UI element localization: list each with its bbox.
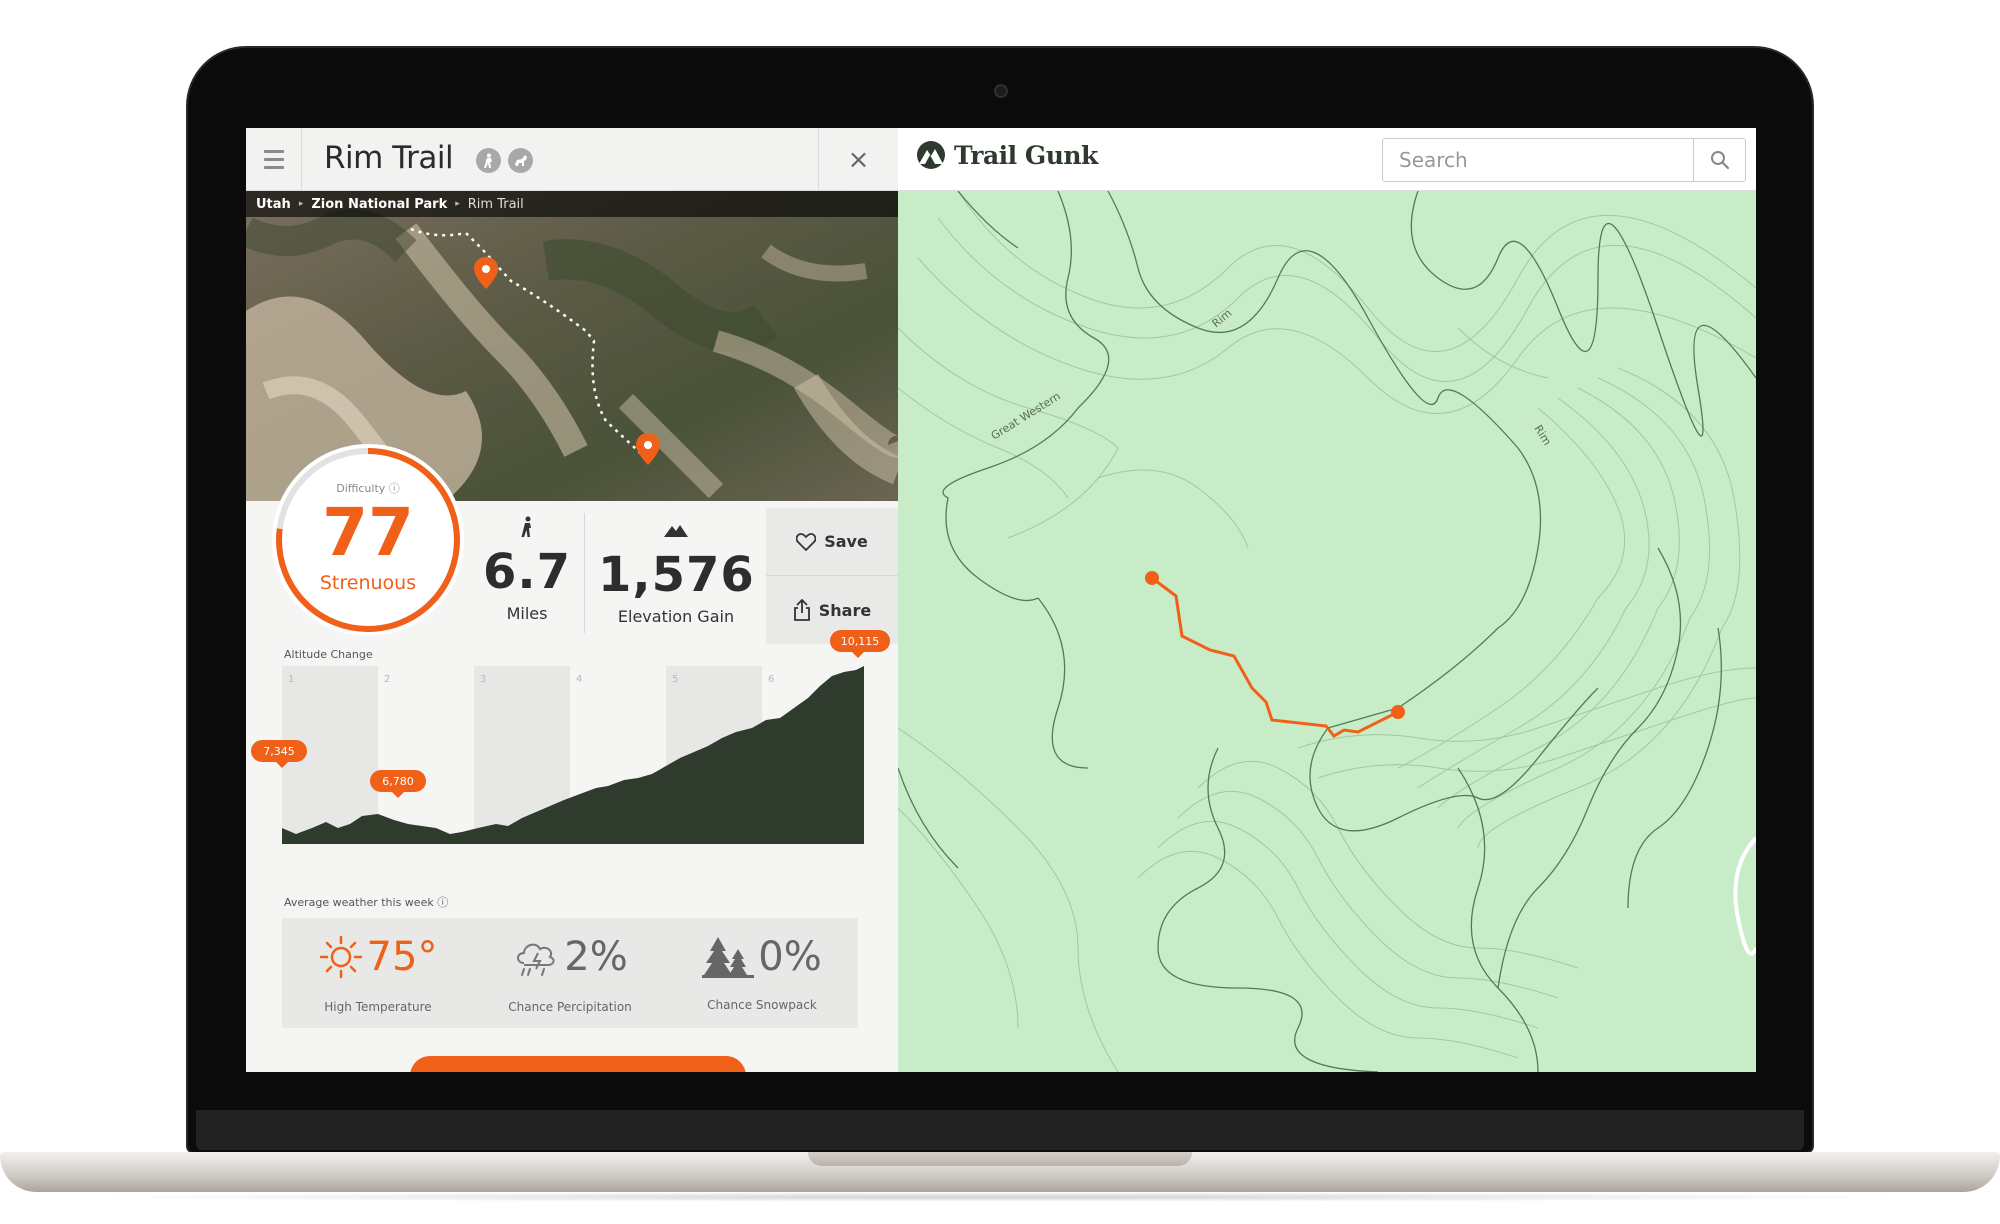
close-button[interactable]: × <box>818 128 898 191</box>
search-box <box>1382 138 1746 182</box>
hiker-icon <box>521 516 531 537</box>
screen: Rim Trail × Utah ▸ Zion National Park ▸ … <box>246 128 1756 1072</box>
search-icon <box>1710 151 1729 170</box>
temperature-card: 75° High Temperature <box>282 918 474 1028</box>
snowpack-card: 0% Chance Snowpack <box>666 918 858 1028</box>
difficulty-gauge: Difficulty ⓘ 77 Strenuous <box>272 444 464 636</box>
svg-text:6,780: 6,780 <box>382 775 414 788</box>
horse-icon[interactable] <box>508 148 533 173</box>
svg-text:10,115: 10,115 <box>841 635 880 648</box>
difficulty-score: 77 <box>322 494 414 571</box>
laptop-bezel <box>196 1110 1804 1150</box>
temperature-label: High Temperature <box>324 1000 432 1014</box>
difficulty-level: Strenuous <box>319 572 417 594</box>
altitude-chart: 1 2 3 4 5 6 7,345 6,780 10,115 <box>251 630 890 844</box>
elevation-label: Elevation Gain <box>617 607 735 626</box>
weather-title: Average weather this week ⓘ <box>284 896 449 909</box>
mile-marker-1: 1 <box>288 674 294 685</box>
stat-divider <box>584 513 585 633</box>
elevation-value: 1,576 <box>598 547 755 603</box>
mile-marker-6: 6 <box>768 674 774 685</box>
heart-icon <box>796 532 817 551</box>
route-end-point <box>1391 705 1405 719</box>
altitude-high-tag: 10,115 <box>830 630 890 658</box>
topo-map[interactable]: Rim Great Western Rim Trail Gunk <box>898 128 1756 1072</box>
save-label: Save <box>824 532 868 551</box>
mile-marker-3: 3 <box>480 674 486 685</box>
brand-logo[interactable]: Trail Gunk <box>916 140 1098 170</box>
share-label: Share <box>818 600 872 620</box>
mile-marker-4: 4 <box>576 674 582 685</box>
distance-stat: 6.7 Miles <box>472 516 582 623</box>
primary-action-button[interactable] <box>410 1056 746 1072</box>
breadcrumb-current: Rim Trail <box>467 196 524 212</box>
brand-name: Trail Gunk <box>954 140 1098 170</box>
breadcrumb-separator-icon: ▸ <box>455 199 460 209</box>
altitude-low-tag: 6,780 <box>370 770 426 798</box>
snowpack-value: 0% <box>758 934 822 980</box>
breadcrumb: Utah ▸ Zion National Park ▸ Rim Trail <box>246 191 898 217</box>
breadcrumb-zion[interactable]: Zion National Park <box>311 197 447 212</box>
camera <box>994 84 1008 98</box>
elevation-stat: 1,576 Elevation Gain <box>598 522 754 626</box>
trail-detail-panel: Rim Trail × Utah ▸ Zion National Park ▸ … <box>246 128 898 1072</box>
map-header: Trail Gunk <box>898 128 1756 191</box>
mountain-logo-icon <box>917 141 945 169</box>
save-button[interactable]: Save <box>766 508 898 576</box>
distance-label: Miles <box>506 604 548 623</box>
distance-value: 6.7 <box>482 544 572 600</box>
trees-icon <box>702 937 755 978</box>
panel-header: Rim Trail × <box>246 128 898 191</box>
svg-text:7,345: 7,345 <box>263 745 295 758</box>
rain-cloud-icon <box>517 943 555 976</box>
search-button[interactable] <box>1693 139 1745 181</box>
mountain-icon <box>664 525 688 537</box>
breadcrumb-separator-icon: ▸ <box>298 199 304 209</box>
sun-icon <box>319 935 362 979</box>
mile-marker-2: 2 <box>384 674 390 685</box>
breadcrumb-utah[interactable]: Utah <box>256 197 291 212</box>
hiker-icon[interactable] <box>476 148 501 173</box>
snowpack-label: Chance Snowpack <box>707 998 817 1012</box>
share-icon <box>793 599 810 621</box>
menu-icon[interactable] <box>246 128 302 191</box>
trail-title: Rim Trail <box>324 140 454 176</box>
search-input[interactable] <box>1383 139 1693 181</box>
route-start-point <box>1145 571 1159 585</box>
info-icon[interactable]: ⓘ <box>437 896 448 909</box>
mile-marker-5: 5 <box>672 674 678 685</box>
temperature-value: 75° <box>366 934 438 980</box>
precipitation-label: Chance Percipitation <box>508 1000 632 1014</box>
laptop-shadow <box>60 1192 1940 1202</box>
precipitation-card: 2% Chance Percipitation <box>474 918 666 1028</box>
laptop-notch <box>808 1152 1192 1166</box>
precipitation-value: 2% <box>564 934 628 980</box>
topo-map-canvas: Rim Great Western Rim <box>898 190 1756 1072</box>
